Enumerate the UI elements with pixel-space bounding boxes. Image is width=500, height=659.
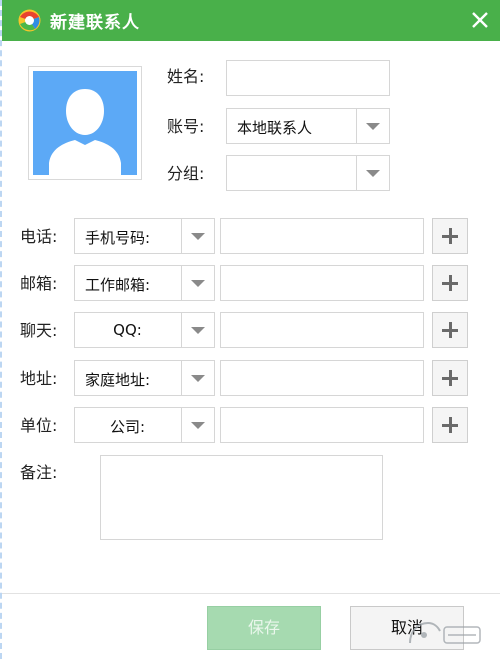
cancel-button[interactable]: 取消 xyxy=(350,606,464,650)
account-label: 账号: xyxy=(167,117,205,136)
address-type-value: 家庭地址: xyxy=(85,371,151,389)
company-label: 单位: xyxy=(20,416,58,435)
company-input[interactable] xyxy=(220,407,424,443)
chevron-down-icon[interactable] xyxy=(181,408,214,442)
chat-input[interactable] xyxy=(220,312,424,348)
title-bar[interactable]: 新建联系人 xyxy=(2,0,500,41)
add-chat-button[interactable] xyxy=(432,312,468,348)
group-select[interactable] xyxy=(226,155,390,191)
email-label: 邮箱: xyxy=(20,274,58,293)
chevron-down-icon[interactable] xyxy=(181,313,214,347)
email-type-value: 工作邮箱: xyxy=(85,276,151,294)
chevron-down-icon[interactable] xyxy=(356,109,389,143)
app-logo-icon xyxy=(18,9,41,32)
person-silhouette-icon xyxy=(49,89,121,175)
address-input[interactable] xyxy=(220,360,424,396)
address-type-select[interactable]: 家庭地址: xyxy=(74,360,215,396)
account-select[interactable]: 本地联系人 xyxy=(226,108,390,144)
email-type-select[interactable]: 工作邮箱: xyxy=(74,265,215,301)
chevron-down-icon[interactable] xyxy=(356,156,389,190)
close-icon[interactable] xyxy=(468,8,492,32)
add-address-button[interactable] xyxy=(432,360,468,396)
phone-label: 电话: xyxy=(20,227,58,246)
add-email-button[interactable] xyxy=(432,265,468,301)
phone-input[interactable] xyxy=(220,218,424,254)
chevron-down-icon[interactable] xyxy=(181,266,214,300)
phone-type-select[interactable]: 手机号码: xyxy=(74,218,215,254)
name-label: 姓名: xyxy=(167,67,205,86)
chevron-down-icon[interactable] xyxy=(181,219,214,253)
add-company-button[interactable] xyxy=(432,407,468,443)
note-label: 备注: xyxy=(20,463,58,482)
name-input[interactable] xyxy=(226,60,390,96)
add-phone-button[interactable] xyxy=(432,218,468,254)
chevron-down-icon[interactable] xyxy=(181,361,214,395)
save-button[interactable]: 保存 xyxy=(207,606,321,650)
avatar-placeholder xyxy=(33,71,137,175)
note-textarea[interactable] xyxy=(100,455,383,540)
avatar-picker[interactable] xyxy=(28,66,142,180)
email-input[interactable] xyxy=(220,265,424,301)
dialog-title: 新建联系人 xyxy=(50,13,140,33)
company-type-value: 公司: xyxy=(109,418,146,436)
footer-divider xyxy=(2,593,500,594)
new-contact-dialog: 新建联系人 姓名: 账号: 本地联系人 分组: 电话: 手机号码: 邮箱: 工作… xyxy=(0,0,500,659)
group-label: 分组: xyxy=(167,164,205,183)
address-label: 地址: xyxy=(20,369,58,388)
company-type-select[interactable]: 公司: xyxy=(74,407,215,443)
account-select-value: 本地联系人 xyxy=(237,119,313,137)
chat-type-value: QQ: xyxy=(113,321,142,339)
phone-type-value: 手机号码: xyxy=(85,229,151,247)
chat-type-select[interactable]: QQ: xyxy=(74,312,215,348)
chat-label: 聊天: xyxy=(20,321,58,340)
